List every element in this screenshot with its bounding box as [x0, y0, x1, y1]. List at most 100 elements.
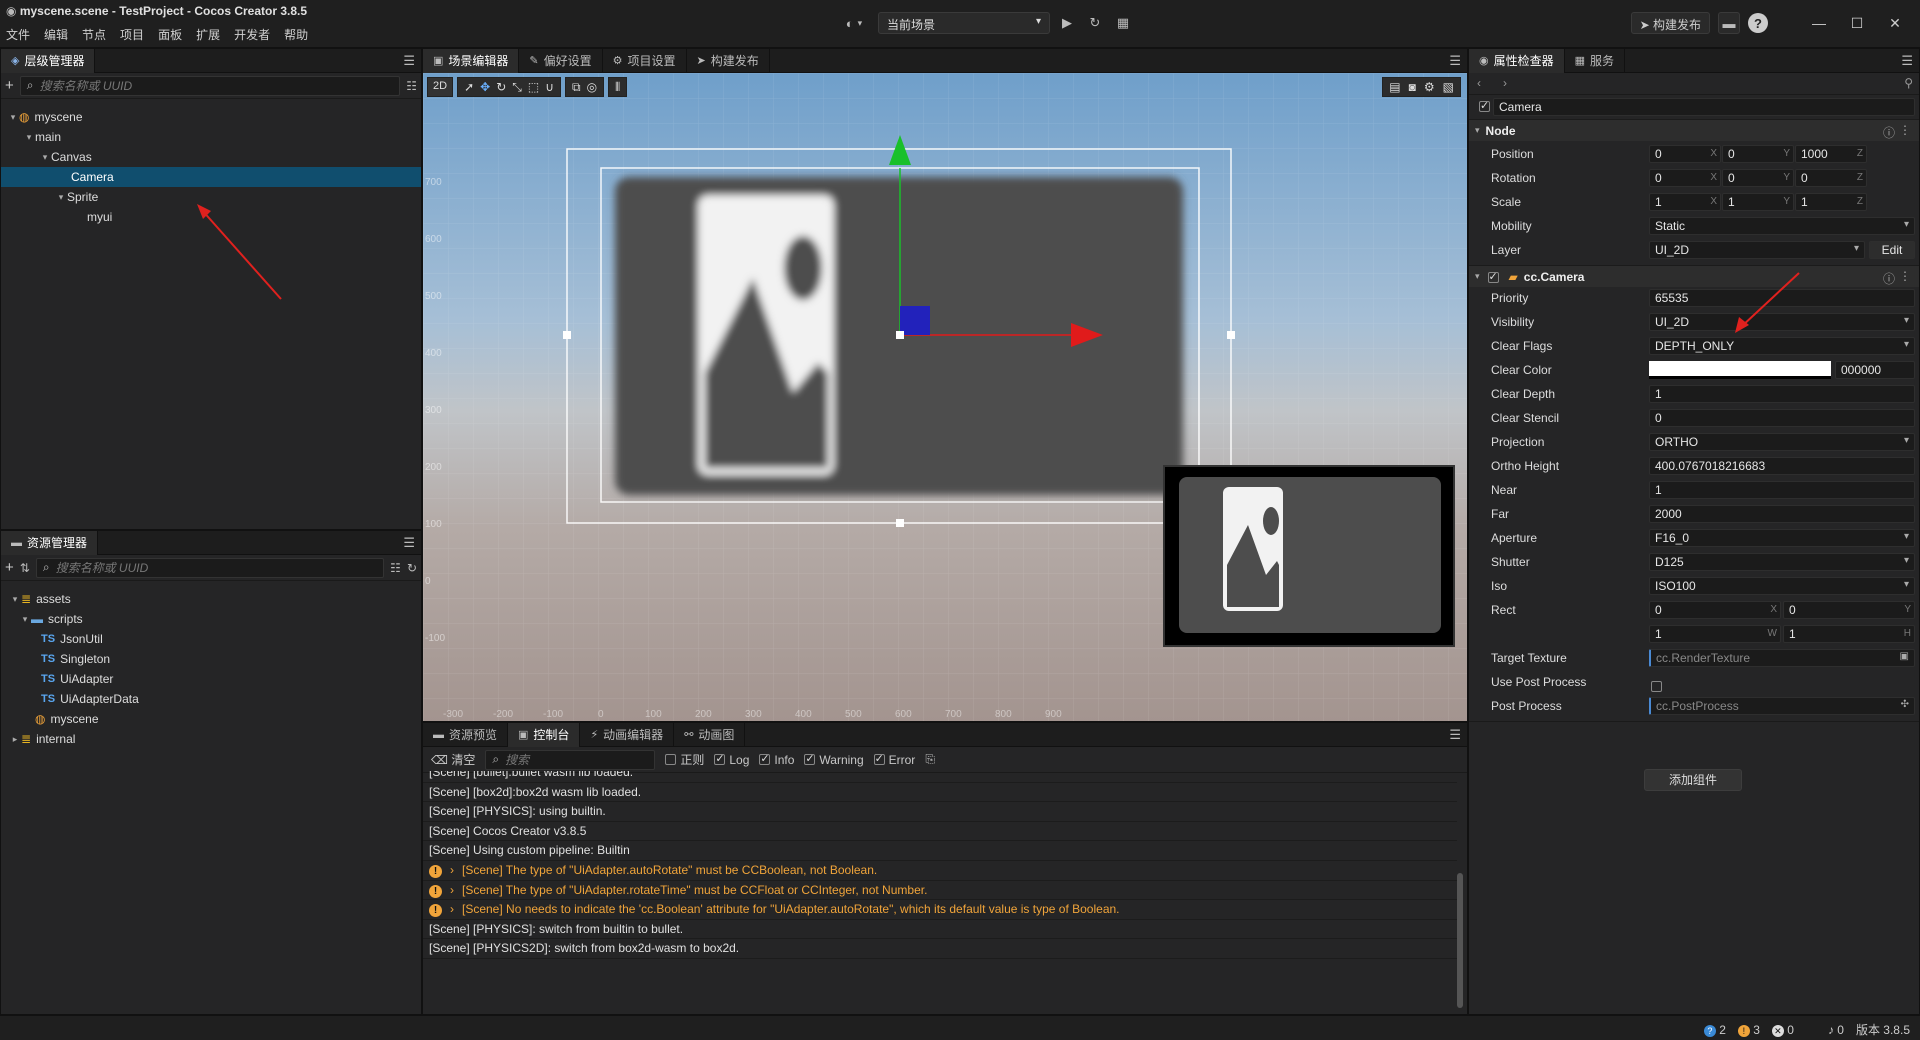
rect-icon[interactable]: ⬚ [528, 80, 539, 94]
use-post-process-checkbox[interactable] [1651, 680, 1662, 692]
forward-icon[interactable]: › [1503, 76, 1507, 90]
tab-hierarchy[interactable]: ◈ 层级管理器 [1, 48, 96, 73]
refresh-icon[interactable]: ↻ [1084, 12, 1106, 34]
node-name-input[interactable]: Camera [1493, 98, 1915, 116]
expand-icon[interactable]: ▾ [19, 614, 31, 625]
mode-2d-button[interactable]: 2D [427, 77, 454, 97]
global-icon[interactable]: ◎ [587, 80, 597, 94]
menu-project[interactable]: 项目 [120, 26, 144, 43]
pivot-icon[interactable]: ⧉ [572, 80, 581, 95]
help-icon[interactable]: ⓘ [1883, 124, 1895, 141]
menu-help[interactable]: 帮助 [284, 26, 308, 43]
clear-color-hex-input[interactable]: 000000 [1835, 361, 1915, 379]
ortho-height-input[interactable]: 400.0767018216683 [1649, 457, 1915, 475]
tree-node-camera[interactable]: Camera [1, 167, 421, 187]
resolution-icon[interactable]: ▧ [1443, 80, 1454, 94]
menu-panel[interactable]: 面板 [158, 26, 182, 43]
panel-menu-icon[interactable]: ☰ [1901, 53, 1913, 69]
filter-log[interactable]: Log [714, 752, 749, 767]
expand-icon[interactable]: ▾ [9, 594, 21, 605]
rotation-z-input[interactable]: 0Z [1795, 169, 1867, 187]
scale-y-input[interactable]: 1Y [1722, 193, 1794, 211]
log-line-warning[interactable]: ! › [Scene] The type of "UiAdapter.rotateT… [423, 881, 1457, 901]
close-icon[interactable]: ✕ [1880, 15, 1910, 32]
rect-h-input[interactable]: 1H [1783, 625, 1915, 643]
shutter-select[interactable]: D125 ▾ [1649, 553, 1915, 571]
tab-scene-editor[interactable]: ▣ 场景编辑器 [423, 49, 520, 73]
checkbox-info[interactable] [759, 752, 771, 765]
select-icon[interactable]: ➚ [464, 80, 474, 94]
rect-y-input[interactable]: 0Y [1783, 601, 1915, 619]
menu-file[interactable]: 文件 [6, 26, 30, 43]
status-warn[interactable]: ! 3 [1737, 1023, 1760, 1037]
asset-myscene[interactable]: ◍ myscene [1, 709, 421, 729]
clear-button[interactable]: ⌫ 清空 [431, 751, 475, 768]
help-icon[interactable]: ? [1748, 13, 1768, 33]
checkbox-error[interactable] [873, 752, 885, 765]
camera-icon[interactable]: ◙ [1409, 80, 1416, 94]
clear-depth-input[interactable]: 1 [1649, 385, 1915, 403]
clear-stencil-input[interactable]: 0 [1649, 409, 1915, 427]
rotation-x-input[interactable]: 0X [1649, 169, 1721, 187]
rect-x-input[interactable]: 0X [1649, 601, 1781, 619]
add-component-button[interactable]: 添加组件 [1644, 769, 1742, 791]
clear-color-swatch[interactable] [1649, 361, 1831, 379]
assets-search-input[interactable]: ⌕ 搜索名称或 UUID [35, 557, 385, 578]
console-scrollbar[interactable] [1457, 873, 1463, 1008]
more-icon[interactable]: ⋮ [1899, 123, 1911, 137]
panel-menu-icon[interactable]: ☰ [1449, 53, 1461, 69]
tab-console[interactable]: ▣ 控制台 [508, 723, 581, 747]
collapse-icon[interactable]: ▾ [1475, 125, 1480, 136]
move-icon[interactable]: ✥ [480, 80, 490, 94]
log-line-warning[interactable]: ! › [Scene] The type of "UiAdapter.autoRot… [423, 861, 1457, 881]
gear-icon[interactable]: ⚙ [1424, 80, 1435, 94]
checkbox-warning[interactable] [804, 752, 816, 765]
iso-select[interactable]: ISO100 ▾ [1649, 577, 1915, 595]
collapse-icon[interactable]: ▾ [1475, 271, 1480, 282]
rotate-icon[interactable]: ↻ [496, 80, 506, 94]
scale-x-input[interactable]: 1X [1649, 193, 1721, 211]
expand-icon[interactable]: ▾ [7, 112, 19, 123]
folder-icon[interactable]: ▬ [1718, 12, 1740, 34]
target-texture-picker[interactable]: cc.RenderTexture ▣ [1649, 649, 1915, 667]
panel-menu-icon[interactable]: ☰ [1449, 727, 1461, 743]
expand-icon[interactable]: ▾ [23, 132, 35, 143]
qrcode-icon[interactable]: ▦ [1112, 12, 1134, 34]
mobility-select[interactable]: Static ▾ [1649, 217, 1915, 235]
status-error[interactable]: ✕ 0 [1771, 1023, 1794, 1037]
tab-asset-preview[interactable]: ▬ 资源预览 [423, 723, 509, 747]
expand-icon[interactable]: ▸ [9, 734, 21, 745]
magnet-icon[interactable]: ∪ [545, 80, 554, 94]
component-enabled-checkbox[interactable] [1487, 270, 1499, 283]
play-icon[interactable]: ▶ [1056, 12, 1078, 34]
asset-internal[interactable]: ▸ ≣ internal [1, 729, 421, 749]
filter-icon[interactable]: ☷ [390, 561, 401, 575]
more-icon[interactable]: ⋮ [1899, 269, 1911, 283]
rotation-y-input[interactable]: 0Y [1722, 169, 1794, 187]
scene-viewport[interactable]: 700 600 500 400 300 200 100 0 -100 -300 … [423, 73, 1467, 721]
copy-icon[interactable]: ⎘ [925, 752, 935, 767]
tab-preferences[interactable]: ✎ 偏好设置 [519, 49, 603, 73]
add-icon[interactable]: + [5, 559, 14, 576]
tree-node-canvas[interactable]: ▾ Canvas [1, 147, 421, 167]
help-icon[interactable]: ⓘ [1883, 270, 1895, 287]
clear-flags-select[interactable]: DEPTH_ONLY ▾ [1649, 337, 1915, 355]
expand-icon[interactable]: ▾ [55, 192, 67, 203]
back-icon[interactable]: ‹ [1477, 76, 1481, 90]
log-line-warning[interactable]: ! › [Scene] No needs to indicate the 'cc.B… [423, 900, 1457, 920]
panel-menu-icon[interactable]: ☰ [403, 53, 415, 69]
tree-node-myscene[interactable]: ▾ ◍ myscene [1, 107, 421, 127]
sort-icon[interactable]: ⇅ [20, 561, 30, 575]
layer-edit-button[interactable]: Edit [1869, 241, 1915, 259]
scale-z-input[interactable]: 1Z [1795, 193, 1867, 211]
hierarchy-search-input[interactable]: ⌕ 搜索名称或 UUID [19, 75, 401, 96]
asset-assets[interactable]: ▾ ≣ assets [1, 589, 421, 609]
tab-project-settings[interactable]: ⚙ 项目设置 [603, 49, 687, 73]
maximize-icon[interactable]: ☐ [1842, 15, 1872, 32]
resize-handle[interactable] [896, 519, 904, 527]
asset-singleton[interactable]: TS Singleton [1, 649, 421, 669]
tab-inspector[interactable]: ◉ 属性检查器 [1469, 49, 1565, 73]
status-notify[interactable]: ♪ 0 [1828, 1023, 1844, 1037]
sort-icon[interactable]: ☷ [406, 79, 417, 93]
asset-uiadapter[interactable]: TS UiAdapter [1, 669, 421, 689]
